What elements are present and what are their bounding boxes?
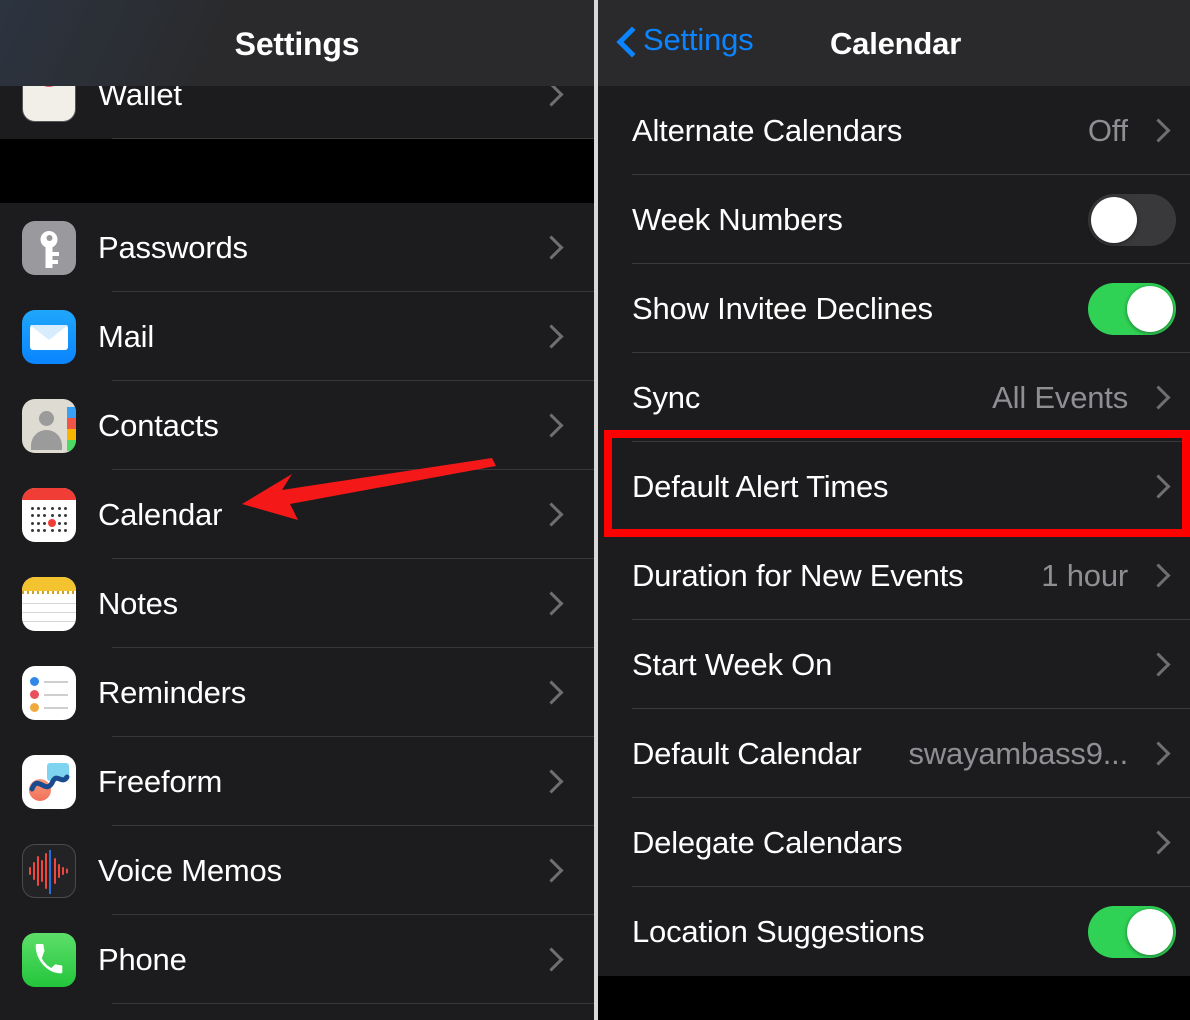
- settings-row-partial[interactable]: [0, 1004, 594, 1020]
- row-location-suggestions[interactable]: Location Suggestions: [598, 887, 1190, 976]
- calendar-icon: [22, 487, 76, 542]
- chevron-right-icon: [1150, 384, 1166, 412]
- voice-memos-icon: [22, 843, 76, 898]
- reminders-icon: [22, 665, 76, 720]
- settings-row-label: Contacts: [98, 407, 219, 443]
- chevron-right-icon: [1150, 829, 1166, 857]
- mail-envelope-icon: [22, 309, 76, 364]
- bottom-black-area: [598, 976, 1190, 1020]
- row-label: Show Invitee Declines: [632, 290, 933, 326]
- chevron-right-icon: [1150, 651, 1166, 679]
- row-value: All Events: [992, 379, 1128, 415]
- toggle-knob: [1091, 196, 1137, 243]
- settings-row-contacts[interactable]: Contacts: [0, 381, 594, 470]
- row-label: Location Suggestions: [632, 913, 925, 949]
- settings-row-mail[interactable]: Mail: [0, 292, 594, 381]
- row-label: Delegate Calendars: [632, 824, 903, 860]
- row-label: Week Numbers: [632, 201, 843, 237]
- settings-row-reminders[interactable]: Reminders: [0, 648, 594, 737]
- settings-list: Wallet Passwords Mail Contacts Calendar …: [0, 0, 594, 1020]
- passwords-key-icon: [22, 220, 76, 275]
- settings-row-freeform[interactable]: Freeform: [0, 737, 594, 826]
- settings-row-label: Mail: [98, 318, 155, 354]
- row-value: 1 hour: [1041, 557, 1128, 593]
- notes-icon: [22, 576, 76, 631]
- page-title: Settings: [234, 26, 360, 62]
- row-label: Default Calendar: [632, 735, 862, 771]
- settings-row-calendar[interactable]: Calendar: [0, 470, 594, 559]
- chevron-left-icon: [616, 23, 636, 57]
- chevron-right-icon: [1150, 562, 1166, 590]
- chevron-right-icon: [542, 590, 558, 618]
- row-value: swayambass9...: [908, 735, 1128, 771]
- panel-divider: [594, 0, 598, 1020]
- row-delegate-calendars[interactable]: Delegate Calendars: [598, 798, 1190, 887]
- row-label: Sync: [632, 379, 701, 415]
- settings-row-label: Voice Memos: [98, 852, 282, 888]
- row-default-alert-times[interactable]: Default Alert Times: [598, 442, 1190, 531]
- row-week-numbers[interactable]: Week Numbers: [598, 175, 1190, 264]
- settings-row-label: Phone: [98, 941, 187, 977]
- settings-row-label: Passwords: [98, 229, 248, 265]
- row-start-week-on[interactable]: Start Week On: [598, 620, 1190, 709]
- location-suggestions-toggle[interactable]: [1088, 905, 1176, 958]
- row-alternate-calendars[interactable]: Alternate Calendars Off: [598, 86, 1190, 175]
- row-value: Off: [1087, 112, 1128, 148]
- row-duration-for-new-events[interactable]: Duration for New Events 1 hour: [598, 531, 1190, 620]
- dual-screenshot-container: Wallet Passwords Mail Contacts Calendar …: [0, 0, 1190, 1020]
- chevron-right-icon: [1150, 473, 1166, 501]
- toggle-knob: [1127, 285, 1173, 332]
- back-button-label: Settings: [643, 22, 754, 57]
- back-button[interactable]: Settings: [616, 22, 754, 58]
- settings-row-phone[interactable]: Phone: [0, 915, 594, 1004]
- chevron-right-icon: [542, 501, 558, 529]
- week-numbers-toggle[interactable]: [1088, 193, 1176, 246]
- phone-icon: [22, 932, 76, 987]
- row-label: Duration for New Events: [632, 557, 964, 593]
- settings-row-passwords[interactable]: Passwords: [0, 203, 594, 292]
- row-default-calendar[interactable]: Default Calendar swayambass9...: [598, 709, 1190, 798]
- settings-row-notes[interactable]: Notes: [0, 559, 594, 648]
- group-gap: [0, 139, 594, 203]
- right-nav-bar: Settings Calendar: [598, 0, 1190, 86]
- toggle-knob: [1127, 908, 1173, 955]
- chevron-right-icon: [542, 323, 558, 351]
- left-settings-panel: Wallet Passwords Mail Contacts Calendar …: [0, 0, 594, 1020]
- chevron-right-icon: [542, 234, 558, 262]
- row-sync[interactable]: Sync All Events: [598, 353, 1190, 442]
- left-nav-bar: Settings: [0, 0, 594, 86]
- row-label: Start Week On: [632, 646, 833, 682]
- freeform-icon: [22, 754, 76, 809]
- chevron-right-icon: [542, 857, 558, 885]
- row-show-invitee-declines[interactable]: Show Invitee Declines: [598, 264, 1190, 353]
- row-label: Alternate Calendars: [632, 112, 903, 148]
- show-invitee-declines-toggle[interactable]: [1088, 282, 1176, 335]
- chevron-right-icon: [542, 412, 558, 440]
- chevron-right-icon: [1150, 740, 1166, 768]
- contacts-icon: [22, 398, 76, 453]
- settings-row-label: Notes: [98, 585, 178, 621]
- settings-row-label: Freeform: [98, 763, 223, 799]
- row-separator: [112, 138, 594, 139]
- settings-row-label: Reminders: [98, 674, 247, 710]
- chevron-right-icon: [542, 946, 558, 974]
- row-label: Default Alert Times: [632, 468, 889, 504]
- calendar-settings-list: Alternate Calendars Off Week Numbers Sho…: [598, 86, 1190, 1020]
- right-calendar-settings-panel: Settings Calendar Alternate Calendars Of…: [598, 0, 1190, 1020]
- chevron-right-icon: [1150, 117, 1166, 145]
- chevron-right-icon: [542, 679, 558, 707]
- settings-row-label: Calendar: [98, 496, 223, 532]
- page-title: Calendar: [830, 26, 962, 61]
- chevron-right-icon: [542, 768, 558, 796]
- settings-row-voice-memos[interactable]: Voice Memos: [0, 826, 594, 915]
